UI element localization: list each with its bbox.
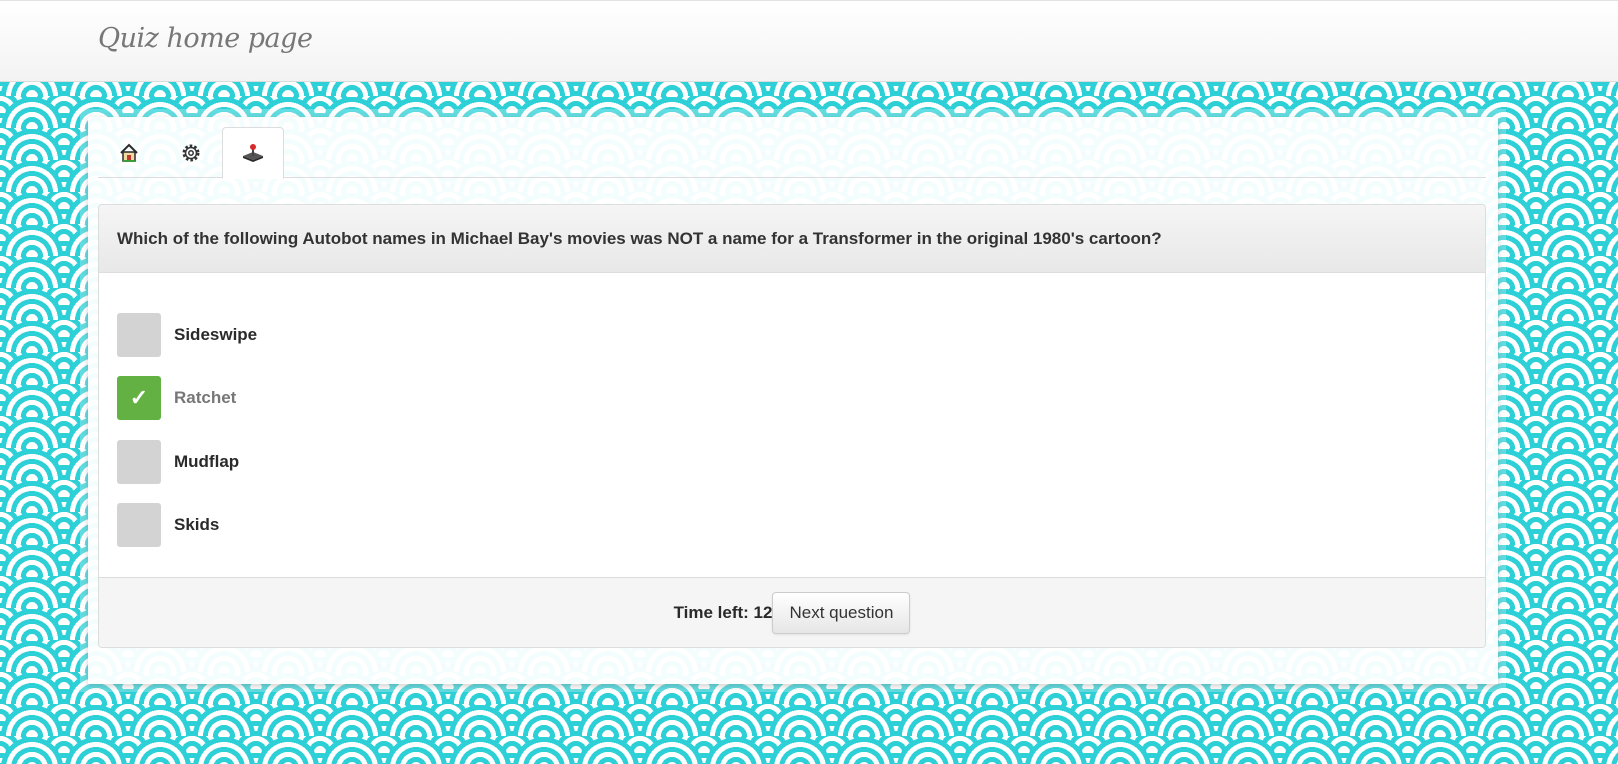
answer-option[interactable]: ✓ Ratchet	[117, 376, 717, 420]
tab-settings[interactable]	[160, 127, 222, 178]
answer-option[interactable]: Sideswipe	[117, 313, 717, 357]
gear-icon	[180, 142, 202, 164]
question-footer: Time left: 12 Next question	[99, 577, 1485, 647]
tab-home[interactable]	[98, 127, 160, 178]
home-icon	[118, 142, 140, 164]
answer-checkbox[interactable]	[117, 313, 161, 357]
answer-checkbox[interactable]	[117, 503, 161, 547]
answer-label: Ratchet	[174, 388, 237, 407]
top-navbar: Quiz home page	[0, 0, 1618, 82]
question-text: Which of the following Autobot names in …	[117, 228, 1162, 248]
answer-label: Sideswipe	[174, 325, 258, 344]
answer-checkbox[interactable]: ✓	[117, 376, 161, 420]
tab-bar	[98, 127, 1486, 179]
answer-option[interactable]: Mudflap	[117, 440, 717, 484]
answer-label: Mudflap	[174, 452, 240, 471]
question-heading: Which of the following Autobot names in …	[99, 205, 1485, 273]
question-panel: Which of the following Autobot names in …	[98, 204, 1486, 648]
next-question-button[interactable]: Next question	[772, 591, 911, 634]
checkmark-icon: ✓	[129, 385, 149, 410]
brand-link[interactable]: Quiz home page	[98, 23, 313, 54]
tab-game[interactable]	[222, 127, 284, 179]
time-left-label: Time left: 12	[673, 602, 773, 622]
quiz-card: Which of the following Autobot names in …	[88, 117, 1498, 684]
answer-checkbox[interactable]	[117, 440, 161, 484]
joystick-icon	[241, 142, 265, 164]
answer-option[interactable]: Skids	[117, 503, 717, 547]
answer-label: Skids	[174, 515, 220, 534]
